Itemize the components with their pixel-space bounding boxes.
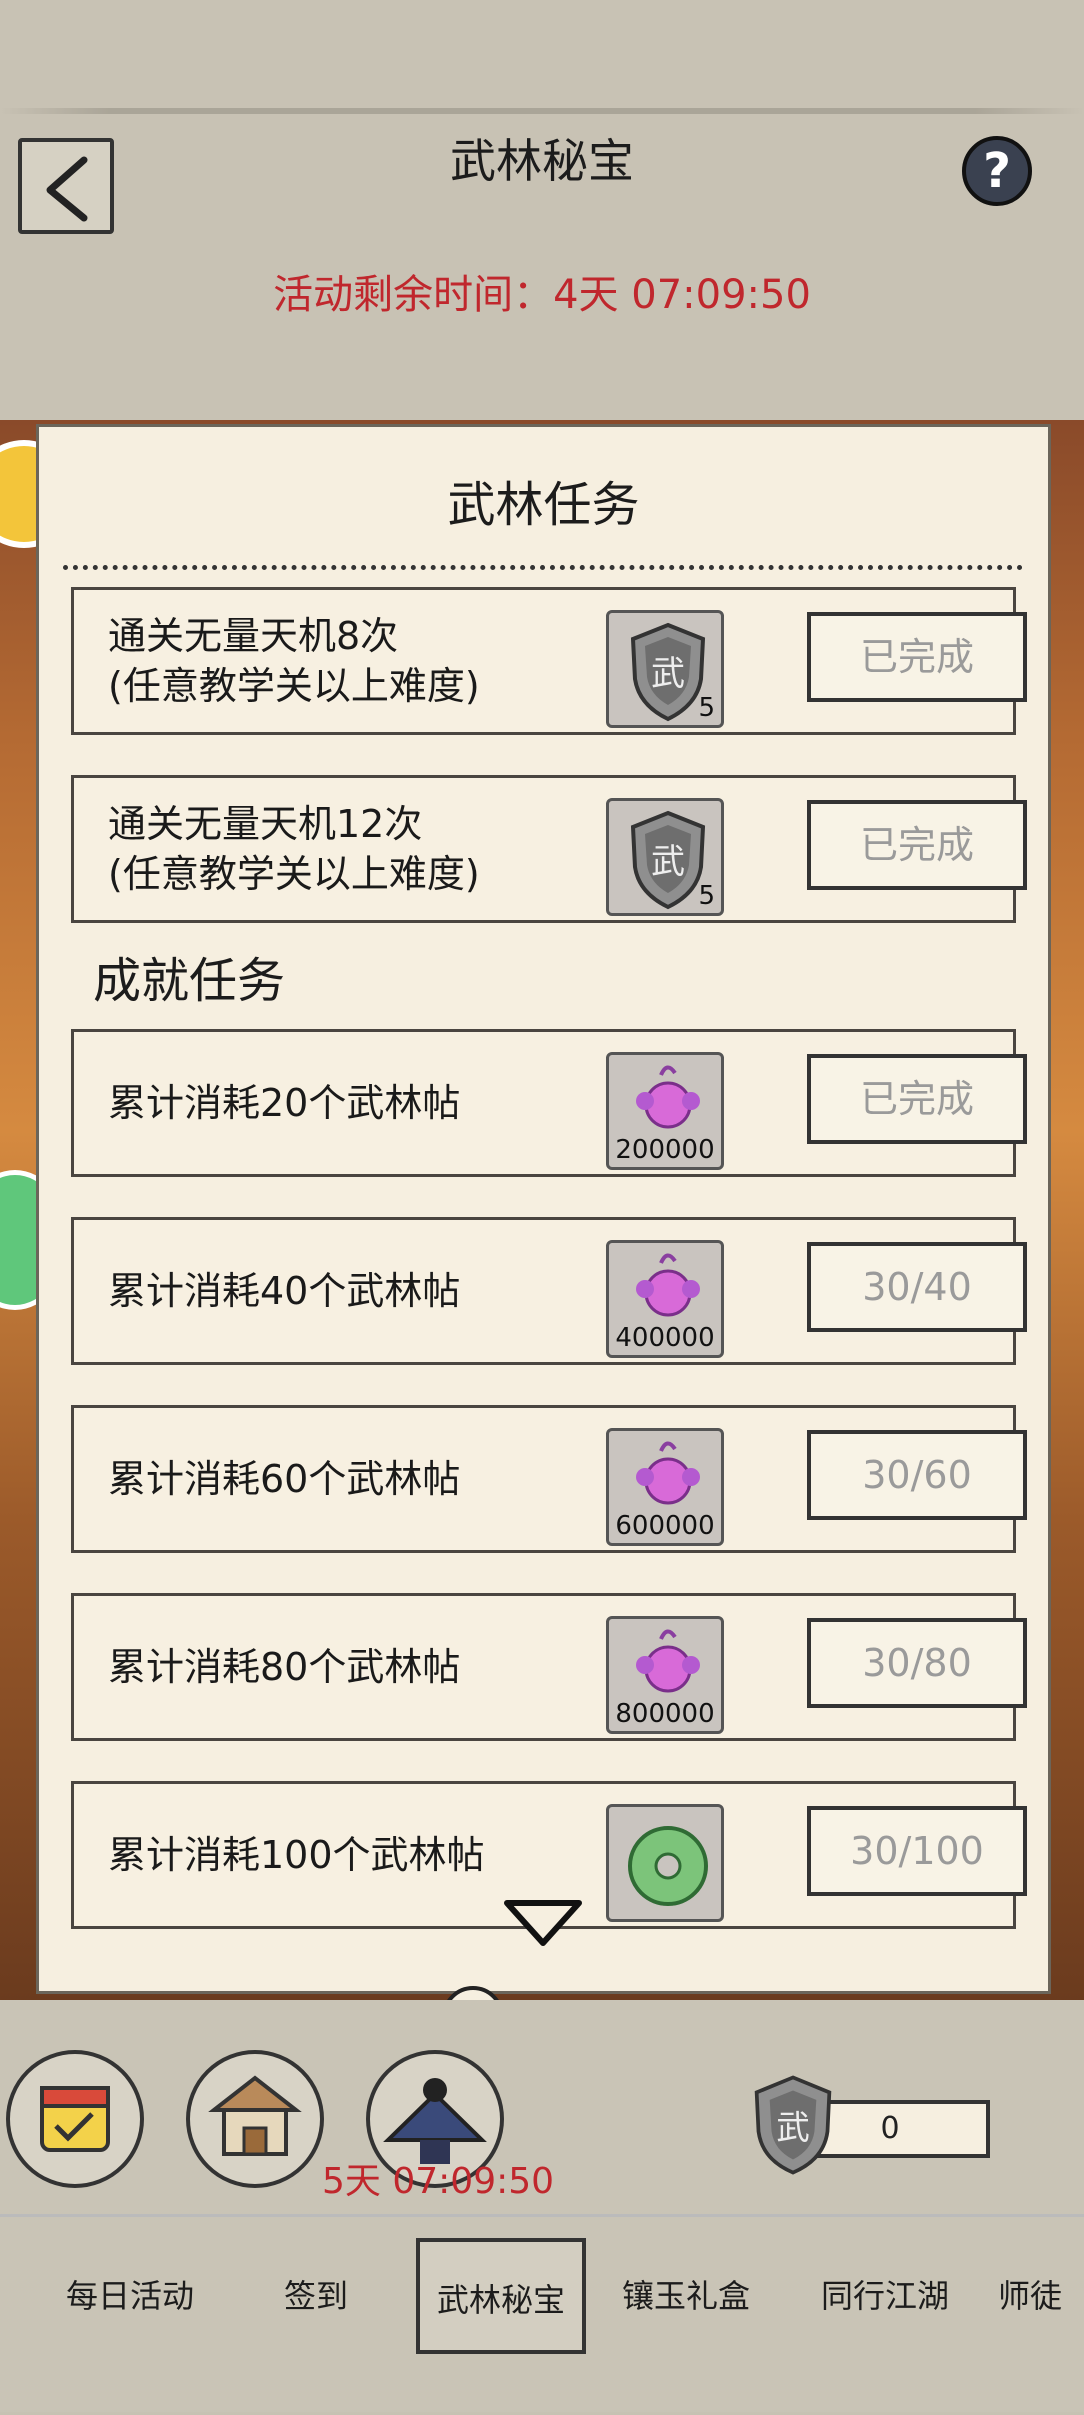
purple-orb-icon [636,1629,700,1693]
reward-item[interactable]: 800000 [606,1616,724,1734]
tab-sign-in[interactable]: 签到 [236,2238,396,2354]
task-status-button[interactable]: 30/100 [807,1806,1027,1896]
task-row: 累计消耗20个武林帖 200000 已完成 [71,1029,1027,1177]
reward-count: 600000 [615,1511,715,1541]
purple-orb-icon [636,1441,700,1505]
task-row: 通关无量天机8次 (任意教学关以上难度) 武 5 已完成 [71,587,1027,735]
tab-mentor[interactable]: 师徒 [980,2238,1080,2354]
task-row: 通关无量天机12次 (任意教学关以上难度) 武 5 已完成 [71,775,1027,923]
panel-divider [63,565,1023,570]
activity-timer: 活动剩余时间：4天 07:09:50 [273,272,811,318]
svg-text:武: 武 [651,842,685,882]
reward-item[interactable] [606,1804,724,1922]
reward-item[interactable]: 600000 [606,1428,724,1546]
header [0,0,1084,420]
reward-count: 200000 [615,1135,715,1165]
task-panel: 武林任务 通关无量天机8次 (任意教学关以上难度) 武 5 已完成 通关无量天机… [36,424,1051,1994]
scroll-down-icon[interactable] [501,1897,585,1955]
tab-daily-activity[interactable]: 每日活动 [30,2238,230,2354]
purple-orb-icon [636,1065,700,1129]
task-status-button[interactable]: 30/60 [807,1430,1027,1520]
tab-wulin-treasure[interactable]: 武林秘宝 [416,2238,586,2354]
task-status-button[interactable]: 已完成 [807,612,1027,702]
task-status-button[interactable]: 已完成 [807,800,1027,890]
task-label: 累计消耗20个武林帖 [108,1032,460,1174]
shop-icon[interactable] [186,2050,324,2188]
task-label-line1: 累计消耗40个武林帖 [108,1269,461,1313]
reward-count: 5 [698,693,715,723]
reward-count: 5 [698,881,715,911]
purple-orb-icon [636,1253,700,1317]
reward-count: 800000 [615,1699,715,1729]
panel-title: 武林任务 [447,477,640,533]
task-label-line1: 累计消耗80个武林帖 [108,1645,461,1689]
event-countdown: 5天 07:09:50 [322,2161,555,2202]
reward-item[interactable]: 400000 [606,1240,724,1358]
page-title: 武林秘宝 [450,134,634,188]
task-row: 累计消耗40个武林帖 400000 30/40 [71,1217,1027,1365]
task-label: 累计消耗80个武林帖 [108,1596,460,1738]
task-label: 累计消耗60个武林帖 [108,1408,460,1550]
task-label: 累计消耗100个武林帖 [108,1784,485,1926]
section-title: 成就任务 [93,953,286,1009]
task-label-line1: 累计消耗60个武林帖 [108,1457,461,1501]
task-status-button[interactable]: 已完成 [807,1054,1027,1144]
calendar-icon[interactable] [6,2050,144,2188]
reward-item[interactable]: 武 5 [606,798,724,916]
svg-text:武: 武 [776,2108,810,2147]
svg-text:武: 武 [651,654,685,694]
reward-item[interactable]: 武 5 [606,610,724,728]
reward-item[interactable]: 200000 [606,1052,724,1170]
wu-token-icon: 武 [738,2066,848,2184]
task-label: 累计消耗40个武林帖 [108,1220,460,1362]
task-row: 累计消耗80个武林帖 800000 30/80 [71,1593,1027,1741]
task-label-line1: 累计消耗100个武林帖 [108,1833,485,1877]
header-divider [0,108,1084,114]
task-label-line1: 通关无量天机12次 [108,802,423,846]
task-label: 通关无量天机12次 (任意教学关以上难度) [108,778,480,920]
task-label: 通关无量天机8次 (任意教学关以上难度) [108,590,480,732]
tab-peers[interactable]: 同行江湖 [790,2238,980,2354]
task-label-line1: 通关无量天机8次 [108,614,399,658]
tab-jade-gift-box[interactable]: 镶玉礼盒 [596,2238,776,2354]
jade-coin-icon [628,1826,708,1906]
task-label-line2: (任意教学关以上难度) [108,664,480,708]
task-label-line1: 累计消耗20个武林帖 [108,1081,461,1125]
reward-count: 400000 [615,1323,715,1353]
task-row: 累计消耗60个武林帖 600000 30/60 [71,1405,1027,1553]
task-status-button[interactable]: 30/80 [807,1618,1027,1708]
task-status-button[interactable]: 30/40 [807,1242,1027,1332]
task-label-line2: (任意教学关以上难度) [108,852,480,896]
help-icon[interactable]: ? [962,136,1032,206]
